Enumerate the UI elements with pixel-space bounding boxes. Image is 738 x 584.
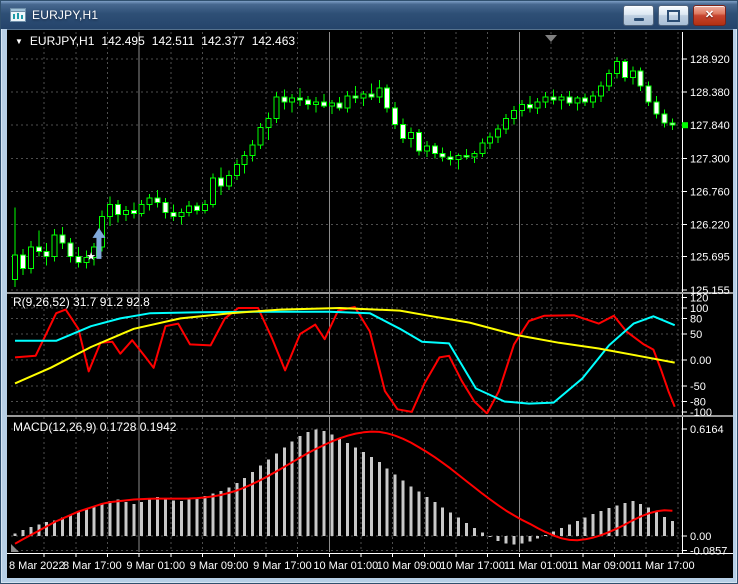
price-axis-label: 0.00 [690,355,711,367]
window-titlebar[interactable]: EURJPY,H1 ✕ [1,1,737,29]
price-axis-label: 50 [690,329,702,341]
bid-price-marker [682,122,688,129]
time-axis-label: 8 Mar 17:00 [63,560,122,572]
close-icon: ✕ [704,9,715,21]
time-axis-label: 11 Mar 17:00 [631,560,695,572]
chart-client-area: ★ 128.920 128.380 127.840 127.300 126.760 126.… [7,29,733,578]
price-axis-label: -50 [690,381,706,393]
minimize-button[interactable] [623,5,654,26]
price-axis-label: -100 [690,407,712,419]
time-axis-label: 9 Mar 01:00 [126,560,185,572]
restore-icon [667,9,680,22]
window-title: EURJPY,H1 [32,8,99,22]
time-axis-label: 11 Mar 01:00 [504,560,568,572]
price-axis-label: 0.00 [690,531,711,543]
minimize-icon [633,17,644,21]
price-axis-label: 128.920 [690,54,730,66]
price-axis-label: 126.760 [690,186,730,198]
time-axis-label: 9 Mar 17:00 [253,560,312,572]
time-axis-label: 10 Mar 09:00 [377,560,442,572]
star-annotation[interactable]: ★ [86,251,96,263]
time-axis-label: 8 Mar 2022 [9,560,65,572]
restore-button[interactable] [658,5,689,26]
price-axis-label: 125.695 [690,252,730,264]
price-axis-label: 80 [690,313,702,325]
chart-window: EURJPY,H1 ✕ ★ 128.920 128.380 127.840 127.30… [0,0,738,584]
price-axis-label: 128.380 [690,87,730,99]
time-axis-label: 10 Mar 17:00 [440,560,505,572]
time-axis-label: 11 Mar 09:00 [567,560,631,572]
price-axis-label: 0.6164 [690,424,724,436]
price-axis-label: 127.840 [690,120,730,132]
close-button[interactable]: ✕ [693,5,726,26]
panel-divider[interactable] [7,292,733,294]
price-axis-label: -0.0857 [690,546,727,558]
chart-canvas[interactable]: ★ 128.920 128.380 127.840 127.300 126.760 126.… [7,30,733,578]
price-axis-label: 127.300 [690,153,730,165]
time-axis-label: 10 Mar 01:00 [313,560,378,572]
chart-window-icon[interactable] [10,7,26,23]
panel-divider[interactable] [7,415,733,417]
time-axis-label: 9 Mar 09:00 [190,560,249,572]
price-axis-label: 126.220 [690,220,730,232]
